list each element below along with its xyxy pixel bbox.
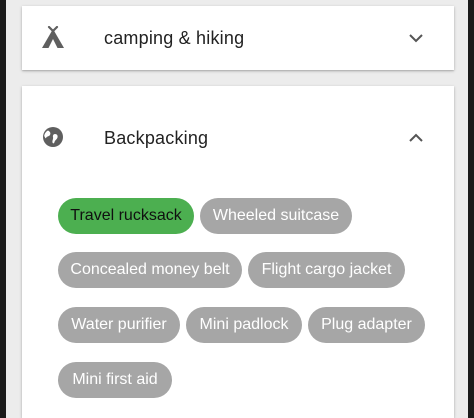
chip-water-purifier[interactable]: Water purifier [58, 307, 180, 343]
chip-flight-cargo-jacket[interactable]: Flight cargo jacket [248, 252, 405, 288]
category-header-backpacking[interactable]: Backpacking [22, 86, 454, 190]
tent-icon [40, 25, 66, 51]
category-title: camping & hiking [104, 28, 245, 48]
chip-mini-first-aid[interactable]: Mini first aid [58, 362, 172, 398]
chip-mini-padlock[interactable]: Mini padlock [186, 307, 302, 343]
category-title: Backpacking [104, 128, 209, 148]
chip-concealed-money-belt[interactable]: Concealed money belt [58, 252, 242, 288]
chevron-up-icon[interactable] [408, 130, 424, 146]
category-card-backpacking: Backpacking Travel rucksack Wheeled suit… [22, 86, 454, 418]
app-screen: camping & hiking Backpacking Travel ruck… [6, 0, 468, 418]
chevron-down-icon[interactable] [408, 30, 424, 46]
category-header-camping-hiking[interactable]: camping & hiking [22, 6, 454, 70]
globe-icon [40, 124, 66, 150]
category-card-camping-hiking: camping & hiking [22, 6, 454, 70]
chip-plug-adapter[interactable]: Plug adapter [308, 307, 425, 343]
chip-travel-rucksack[interactable]: Travel rucksack [58, 198, 194, 234]
chip-wheeled-suitcase[interactable]: Wheeled suitcase [200, 198, 352, 234]
